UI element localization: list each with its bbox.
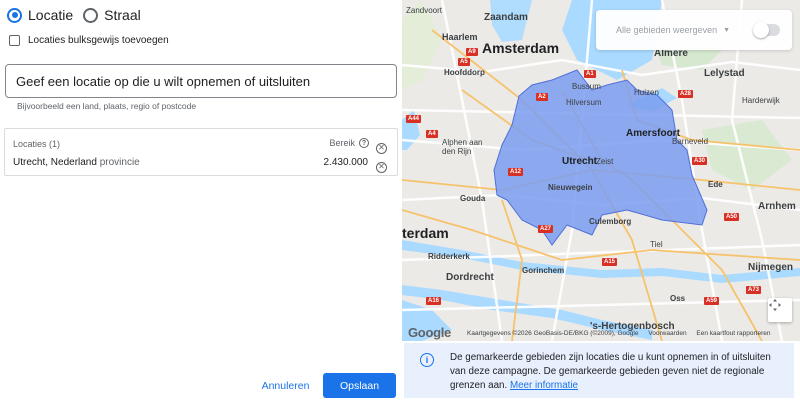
map-label-alphen: Alphen aan den Rijn — [442, 138, 483, 156]
remove-all-button[interactable]: ✕ — [376, 137, 387, 155]
close-circle-icon[interactable]: ✕ — [376, 161, 387, 173]
toggle-knob — [753, 22, 769, 38]
road-badge: A50 — [724, 213, 740, 221]
radio-straal[interactable]: Straal — [83, 7, 141, 23]
search-hint: Bijvoorbeeld een land, plaats, regio of … — [17, 101, 197, 111]
map-label-nieuwegein: Nieuwegein — [548, 183, 593, 192]
google-logo: Google — [408, 325, 451, 340]
cancel-button[interactable]: Annuleren — [258, 374, 313, 398]
map-label-rotterdam: terdam — [402, 225, 449, 241]
radio-locatie-label: Locatie — [28, 7, 74, 23]
road-badge: A28 — [678, 90, 694, 98]
road-badge: A4 — [426, 130, 438, 138]
location-name: Utrecht, Nederland provincie — [13, 157, 140, 168]
radio-unchecked-icon[interactable] — [83, 7, 99, 23]
show-all-areas-label: Alle gebieden weergeven — [616, 25, 718, 35]
map-label-ede: Ede — [708, 180, 723, 189]
fullscreen-icon — [769, 299, 781, 311]
map-label-huizen: Huizen — [634, 88, 659, 97]
close-circle-icon[interactable]: ✕ — [376, 142, 387, 154]
map-label-gorinchem: Gorinchem — [522, 266, 565, 275]
map-label-hoofddorp: Hoofddorp — [444, 68, 485, 77]
map-label-culemborg: Culemborg — [589, 217, 632, 226]
map-label-ridderkerk: Ridderkerk — [428, 252, 470, 261]
road-badge: A30 — [692, 157, 708, 165]
report-map-error-link[interactable]: Een kaartfout rapporteren — [696, 330, 770, 337]
road-badge: A73 — [746, 286, 762, 294]
remove-location-button[interactable]: ✕ — [376, 156, 387, 174]
map-label-oss: Oss — [670, 294, 686, 303]
road-badge: A44 — [406, 115, 422, 123]
reach-header-label: Bereik — [329, 138, 355, 148]
map-label-bussum: Bussum — [572, 82, 601, 91]
map-label-utrecht: Utrecht — [562, 156, 598, 167]
road-badge: A27 — [538, 225, 554, 233]
map-label-tiel: Tiel — [650, 240, 663, 249]
chevron-down-icon[interactable]: ▼ — [723, 27, 730, 34]
map-attribution: Kaartgegevens ©2026 GeoBasis-DE/BKG (©20… — [467, 330, 778, 337]
map-label-barneveld: Barneveld — [672, 137, 709, 146]
map-label-zaandam: Zaandam — [484, 12, 528, 23]
terms-link[interactable]: Voorwaarden — [648, 330, 686, 337]
road-badge: A12 — [508, 168, 524, 176]
map-label-dordrecht: Dordrecht — [446, 272, 494, 283]
road-badge: A59 — [704, 297, 720, 305]
location-search-input[interactable] — [16, 73, 386, 89]
location-reach: 2.430.000 — [323, 157, 369, 168]
bulk-add-checkbox-row[interactable]: Locaties bulksgewijs toevoegen — [9, 35, 169, 46]
bulk-add-label: Locaties bulksgewijs toevoegen — [28, 35, 169, 46]
radio-straal-label: Straal — [104, 7, 141, 23]
road-badge: A2 — [536, 93, 548, 101]
attribution-text: Kaartgegevens ©2026 GeoBasis-DE/BKG (©20… — [467, 330, 639, 337]
road-badge: A9 — [466, 48, 478, 56]
map-label-amsterdam: Amsterdam — [482, 40, 560, 56]
info-text: De gemarkeerde gebieden zijn locaties di… — [450, 351, 780, 393]
locations-header: Locaties (1) — [13, 139, 61, 149]
show-all-areas-control[interactable]: Alle gebieden weergeven ▼ — [596, 10, 792, 50]
location-targeting-dialog: Locatie Straal Locaties bulksgewijs toev… — [0, 0, 800, 400]
map-label-nijmegen: Nijmegen — [748, 262, 794, 273]
map-label-hilversum: Hilversum — [566, 98, 602, 107]
map-label-zandvoort: Zandvoort — [406, 6, 443, 15]
reach-header: Bereik ? — [329, 138, 369, 148]
map-label-arnhem: Arnhem — [758, 201, 796, 212]
road-badge: A15 — [602, 258, 618, 266]
selected-locations-card: Locaties (1) Bereik ? ✕ Utrecht, Nederla… — [4, 128, 398, 176]
road-badge: A5 — [458, 58, 470, 66]
location-type-radio-group: Locatie Straal — [7, 7, 151, 23]
road-badge: A1 — [584, 70, 596, 78]
map-label-lelystad: Lelystad — [704, 68, 745, 79]
radio-locatie[interactable]: Locatie — [7, 7, 73, 23]
info-banner: i De gemarkeerde gebieden zijn locaties … — [404, 343, 794, 398]
bulk-add-checkbox[interactable] — [9, 35, 20, 46]
map-label-haarlem: Haarlem — [442, 32, 478, 42]
fullscreen-button[interactable] — [768, 298, 792, 322]
location-type-text: provincie — [99, 157, 140, 168]
map-label-gouda: Gouda — [460, 194, 486, 203]
location-search-box[interactable] — [5, 64, 397, 98]
map-view[interactable]: Zandvoort Zaandam Haarlem Amsterdam Alme… — [402, 0, 800, 341]
help-icon[interactable]: ? — [359, 138, 369, 148]
map-canvas[interactable] — [402, 0, 800, 341]
map-label-zeist: Zeist — [596, 157, 614, 166]
radio-checked-icon[interactable] — [7, 7, 22, 23]
location-name-text: Utrecht, Nederland — [13, 157, 97, 168]
info-icon: i — [420, 353, 434, 367]
save-button[interactable]: Opslaan — [323, 373, 396, 398]
show-all-areas-toggle[interactable] — [753, 22, 780, 38]
info-text-body: De gemarkeerde gebieden zijn locaties di… — [450, 352, 771, 391]
road-badge: A16 — [426, 297, 442, 305]
location-form-panel: Locatie Straal Locaties bulksgewijs toev… — [0, 0, 402, 400]
more-info-link[interactable]: Meer informatie — [510, 380, 578, 391]
map-label-harderwijk: Harderwijk — [742, 96, 780, 105]
